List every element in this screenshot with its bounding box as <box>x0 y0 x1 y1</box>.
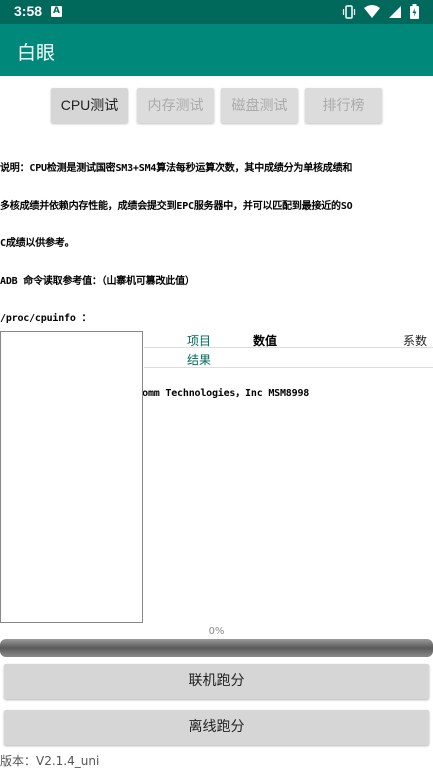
description-line: 说明：CPU检测是测试国密SM3+SM4算法每秒运算次数，其中成绩分为单核成绩和 <box>0 163 353 174</box>
status-icons <box>342 4 419 19</box>
notification-icon: A <box>51 6 62 17</box>
header-factor: 系数 <box>402 334 427 348</box>
signal-icon <box>389 5 401 18</box>
tab-ranking[interactable]: 排行榜 <box>305 88 382 123</box>
vibrate-icon <box>342 4 356 19</box>
tab-memory-test[interactable]: 内存测试 <box>137 88 214 123</box>
description-line: C成绩以供参考。 <box>0 238 75 249</box>
battery-icon <box>410 4 419 19</box>
adb-reference-line: ADB 命令读取参考值：（山寨机可篡改此值） <box>0 275 195 287</box>
score-chart-area <box>0 331 143 623</box>
app-title: 白眼 <box>17 42 56 64</box>
header-item: 项目 <box>187 334 212 348</box>
table-row: 结果 <box>144 348 433 368</box>
tab-disk-test[interactable]: 磁盘测试 <box>221 88 298 123</box>
online-benchmark-button[interactable]: 联机跑分 <box>4 664 429 699</box>
wifi-icon <box>364 4 380 18</box>
tab-cpu-test[interactable]: CPU测试 <box>51 88 128 123</box>
results-table: 项目 数值 系数 结果 <box>144 331 433 368</box>
cpuinfo-path: /proc/cpuinfo ： <box>0 313 92 324</box>
progress-percent: 0% <box>208 626 225 637</box>
table-header: 项目 数值 系数 <box>144 331 433 348</box>
offline-benchmark-button[interactable]: 离线跑分 <box>4 710 429 745</box>
row-item-result: 结果 <box>187 353 212 367</box>
description-line: 多核成绩并依赖内存性能，成绩会提交到EPC服务器中，并可以匹配到最接近的SO <box>0 200 353 212</box>
header-value: 数值 <box>253 334 278 348</box>
app-bar: 白眼 <box>0 24 433 76</box>
status-bar: 3:58 A <box>0 0 433 24</box>
version-label: 版本：V2.1.4_uni <box>0 754 100 768</box>
progress-bar <box>0 639 433 657</box>
test-tabs: CPU测试 内存测试 磁盘测试 排行榜 <box>0 88 433 124</box>
status-time: 3:58 <box>14 3 43 19</box>
